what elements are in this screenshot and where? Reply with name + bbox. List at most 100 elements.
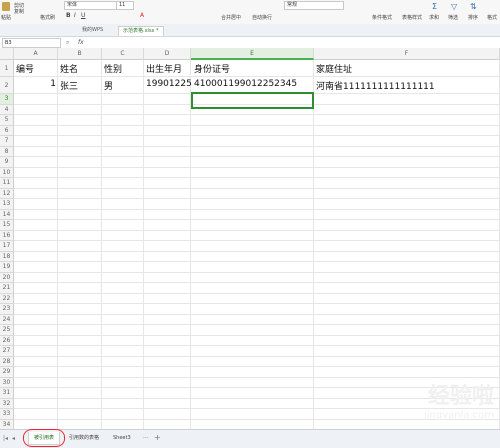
column-header-D[interactable]: D: [144, 48, 191, 60]
row-header-8[interactable]: 8: [0, 146, 14, 157]
name-box[interactable]: B3: [2, 38, 61, 48]
paste-icon: [2, 2, 10, 11]
format-painter-button[interactable]: 格式刷: [40, 14, 55, 21]
row-header-33[interactable]: 33: [0, 409, 14, 420]
format-button[interactable]: 格式: [487, 14, 497, 21]
bold-button[interactable]: B: [66, 12, 71, 19]
filter-icon: ▽: [451, 2, 458, 11]
column-header-C[interactable]: C: [102, 48, 144, 60]
row-header-29[interactable]: 29: [0, 367, 14, 378]
sheet-tab-2[interactable]: 引用数的表格: [64, 432, 104, 444]
paste-button[interactable]: [2, 2, 10, 13]
column-header-F[interactable]: F: [314, 48, 500, 60]
row-gridline: [14, 334, 500, 336]
row-header-4[interactable]: 4: [0, 104, 14, 115]
row-header-3[interactable]: 3: [0, 94, 14, 105]
row-header-11[interactable]: 11: [0, 178, 14, 189]
font-size-select[interactable]: 11: [116, 1, 134, 10]
cell-D1[interactable]: 出生年月: [146, 62, 182, 75]
sum-button[interactable]: 求和: [429, 14, 439, 21]
cond-format-button[interactable]: 条件格式: [372, 14, 392, 21]
column-gridline: [190, 60, 191, 429]
row-header-14[interactable]: 14: [0, 209, 14, 220]
row-header-1[interactable]: 1: [0, 60, 14, 77]
merge-center-button[interactable]: 合并居中: [221, 14, 241, 21]
row-header-22[interactable]: 22: [0, 293, 14, 304]
number-format-select[interactable]: 常规: [284, 1, 344, 10]
row-header-2[interactable]: 2: [0, 77, 14, 94]
row-header-6[interactable]: 6: [0, 125, 14, 136]
row-gridline: [14, 355, 500, 357]
row-header-12[interactable]: 12: [0, 188, 14, 199]
column-header-E[interactable]: E: [191, 48, 314, 60]
cell-B2[interactable]: 张三: [60, 79, 78, 92]
font-name-select[interactable]: 宋体: [64, 1, 118, 10]
table-style-button[interactable]: 表格样式: [402, 14, 422, 21]
row-header-7[interactable]: 7: [0, 136, 14, 147]
row-gridline: [14, 208, 500, 210]
first-sheet-icon[interactable]: |◂: [3, 435, 8, 442]
paste-label[interactable]: 粘贴: [1, 14, 11, 21]
column-header-A[interactable]: A: [14, 48, 58, 60]
row-header-30[interactable]: 30: [0, 377, 14, 388]
row-header-10[interactable]: 10: [0, 167, 14, 178]
row-header-27[interactable]: 27: [0, 346, 14, 357]
select-all-corner[interactable]: [0, 48, 14, 60]
sort-button[interactable]: 排序: [468, 14, 478, 21]
row-gridline: [14, 177, 500, 178]
spreadsheet-grid[interactable]: ABCDEF 1 2 3 4 5 6 7 8 9 10 11 12 13 14 15 16 17 18 19 20 21…: [0, 48, 500, 429]
cell-F1[interactable]: 家庭住址: [316, 62, 352, 75]
prev-sheet-icon[interactable]: ◂: [12, 435, 15, 442]
copy-button[interactable]: 复制: [14, 8, 24, 15]
row-header-18[interactable]: 18: [0, 251, 14, 262]
cell-D2[interactable]: 19901225: [146, 79, 192, 89]
font-color-button[interactable]: A: [140, 12, 144, 19]
wrap-text-button[interactable]: 自动换行: [252, 14, 272, 21]
add-sheet-button[interactable]: +: [154, 433, 161, 442]
tab-file[interactable]: 示范表格.xlsx *: [118, 26, 164, 36]
underline-button[interactable]: U: [81, 12, 85, 19]
italic-button[interactable]: I: [74, 12, 76, 19]
cell-C2[interactable]: 男: [104, 79, 113, 92]
row-header-17[interactable]: 17: [0, 241, 14, 252]
row-header-25[interactable]: 25: [0, 325, 14, 336]
row-header-20[interactable]: 20: [0, 272, 14, 283]
row-header-34[interactable]: 34: [0, 419, 14, 429]
row-header-28[interactable]: 28: [0, 356, 14, 367]
row-header-26[interactable]: 26: [0, 335, 14, 346]
row-gridline: [14, 271, 500, 273]
watermark-main: 经验啦: [427, 384, 494, 409]
row-header-16[interactable]: 16: [0, 230, 14, 241]
row-header-32[interactable]: 32: [0, 398, 14, 409]
cell-F2[interactable]: 河南省1111111111111111: [316, 79, 435, 92]
tab-my-wps[interactable]: 我的WPS: [78, 26, 107, 35]
more-sheets-icon[interactable]: ···: [143, 435, 149, 442]
row-gridline: [14, 366, 500, 367]
cell-A2[interactable]: 1: [16, 79, 56, 89]
row-gridline: [14, 76, 500, 77]
row-header-13[interactable]: 13: [0, 199, 14, 210]
watermark-sub: jingyanla.com: [423, 410, 494, 421]
row-gridline: [14, 114, 500, 115]
row-header-19[interactable]: 19: [0, 262, 14, 273]
sheet-tab-3[interactable]: Sheet3: [108, 432, 136, 444]
cell-E1[interactable]: 身份证号: [194, 62, 230, 75]
cell-E2[interactable]: 410001199012252345: [194, 79, 297, 89]
highlight-circle: [23, 429, 65, 447]
column-header-B[interactable]: B: [58, 48, 102, 60]
cell-B1[interactable]: 姓名: [60, 62, 78, 75]
row-header-9[interactable]: 9: [0, 157, 14, 168]
fx-button[interactable]: fx: [78, 39, 84, 46]
row-header-31[interactable]: 31: [0, 388, 14, 399]
row-header-23[interactable]: 23: [0, 304, 14, 315]
cell-C1[interactable]: 性别: [104, 62, 122, 75]
row-gridline: [14, 240, 500, 241]
column-gridline: [313, 60, 314, 429]
filter-button[interactable]: 筛选: [448, 14, 458, 21]
row-header-5[interactable]: 5: [0, 115, 14, 126]
row-header-24[interactable]: 24: [0, 314, 14, 325]
row-header-21[interactable]: 21: [0, 283, 14, 294]
selection-box[interactable]: [191, 92, 314, 109]
row-header-15[interactable]: 15: [0, 220, 14, 231]
cell-A1[interactable]: 编号: [16, 62, 34, 75]
